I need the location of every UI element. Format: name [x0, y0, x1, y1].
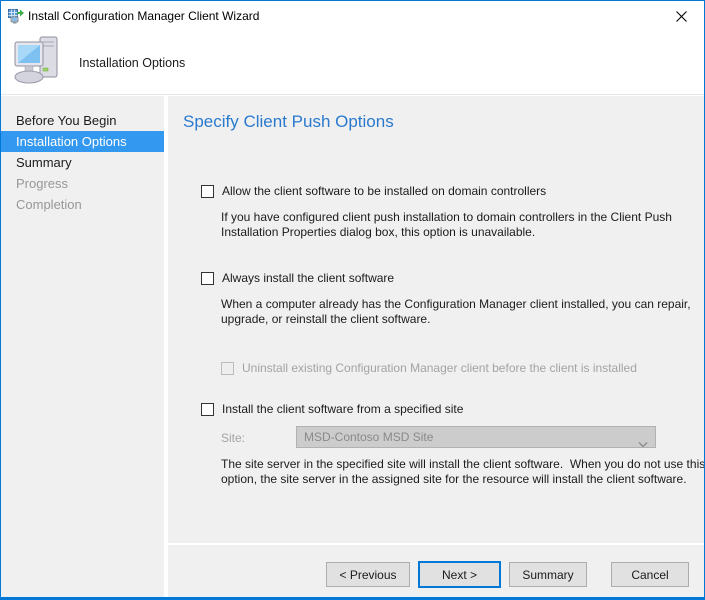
specified-site-checkbox[interactable] — [201, 402, 214, 416]
site-dropdown: MSD-Contoso MSD Site — [296, 426, 656, 448]
button-area-divider — [168, 543, 704, 545]
always-install-label[interactable]: Always install the client software — [222, 271, 394, 285]
close-icon[interactable] — [659, 1, 704, 31]
chevron-down-icon — [638, 434, 648, 454]
title-bar[interactable]: Install Configuration Manager Client Wiz… — [1, 1, 704, 31]
summary-button[interactable]: Summary — [509, 562, 587, 587]
sidebar-item-summary[interactable]: Summary — [1, 152, 164, 173]
wizard-steps-sidebar: Before You Begin Installation Options Su… — [1, 96, 164, 597]
wizard-header: Installation Options — [1, 31, 704, 95]
sidebar-item-completion: Completion — [16, 197, 82, 212]
specified-site-label[interactable]: Install the client software from a speci… — [222, 402, 463, 416]
next-button[interactable]: Next > — [418, 561, 501, 588]
wizard-content: Specify Client Push Options Allow the cl… — [168, 96, 704, 597]
specified-site-description: The site server in the specified site wi… — [221, 457, 705, 486]
page-title: Specify Client Push Options — [183, 112, 394, 131]
site-field-label: Site: — [221, 431, 246, 445]
uninstall-existing-label: Uninstall existing Configuration Manager… — [242, 361, 637, 375]
sidebar-item-installation-options[interactable]: Installation Options — [1, 131, 164, 152]
previous-button[interactable]: < Previous — [326, 562, 410, 587]
allow-domain-controllers-label[interactable]: Allow the client software to be installe… — [222, 184, 546, 198]
sidebar-item-before-you-begin[interactable]: Before You Begin — [1, 110, 164, 131]
allow-domain-controllers-row: Allow the client software to be installe… — [201, 184, 546, 198]
site-dropdown-value: MSD-Contoso MSD Site — [304, 430, 434, 444]
allow-domain-controllers-checkbox[interactable] — [201, 184, 214, 198]
always-install-checkbox[interactable] — [201, 271, 214, 285]
uninstall-existing-checkbox — [221, 361, 234, 375]
specified-site-row: Install the client software from a speci… — [201, 402, 463, 416]
computer-icon — [13, 35, 61, 96]
always-install-description: When a computer already has the Configur… — [221, 297, 691, 326]
wizard-step-title: Installation Options — [79, 56, 186, 70]
cancel-button[interactable]: Cancel — [611, 562, 689, 587]
uninstall-existing-row: Uninstall existing Configuration Manager… — [221, 361, 637, 375]
always-install-row: Always install the client software — [201, 271, 394, 285]
window-title: Install Configuration Manager Client Wiz… — [28, 9, 260, 23]
app-icon — [8, 8, 24, 24]
wizard-body: Before You Begin Installation Options Su… — [1, 96, 704, 597]
domain-controllers-description: If you have configured client push insta… — [221, 210, 672, 239]
sidebar-item-progress: Progress — [16, 176, 69, 191]
wizard-window: Install Configuration Manager Client Wiz… — [0, 0, 705, 600]
